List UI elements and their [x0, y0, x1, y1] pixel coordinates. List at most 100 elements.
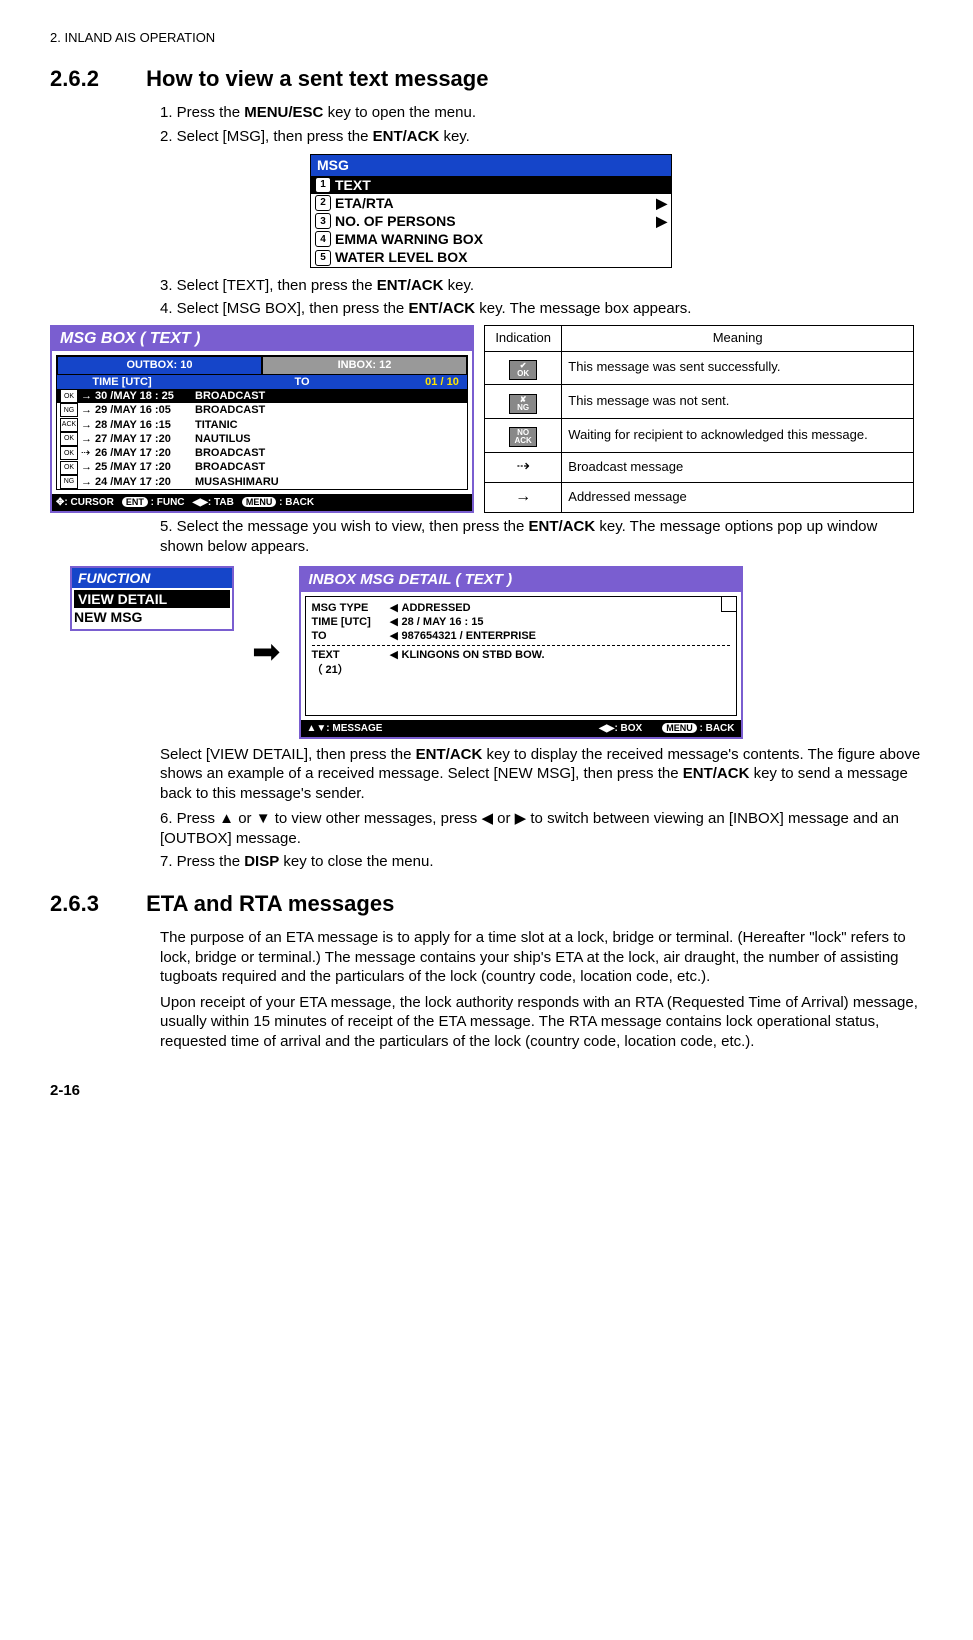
row-to: NAUTILUS	[195, 432, 251, 446]
msg-menu-item[interactable]: 2ETA/RTA▶	[311, 194, 671, 212]
arrow-icon: →	[81, 432, 95, 446]
ind-r4: Broadcast message	[562, 452, 914, 482]
item-label: WATER LEVEL BOX	[335, 248, 468, 266]
item-label: TEXT	[335, 176, 371, 194]
row-datetime: 28 /MAY 16 :15	[95, 418, 195, 432]
row-datetime: 30 /MAY 18 : 25	[95, 389, 195, 403]
eta-para-2: Upon receipt of your ETA message, the lo…	[160, 993, 923, 1052]
step7-post: key to close the menu.	[279, 853, 433, 870]
msg-menu: MSG 1TEXT2ETA/RTA▶3NO. OF PERSONS▶4EMMA …	[310, 154, 672, 267]
eta-para-1: The purpose of an ETA message is to appl…	[160, 928, 923, 987]
item-label: NO. OF PERSONS	[335, 212, 456, 230]
foot-message: : MESSAGE	[326, 723, 382, 734]
tri-icon: ◀	[390, 648, 402, 662]
msg-menu-item[interactable]: 3NO. OF PERSONS ▶	[311, 212, 671, 230]
msg-row[interactable]: OK→25 /MAY 17 :20BROADCAST	[57, 460, 467, 474]
msg-menu-title: MSG	[311, 155, 671, 175]
status-icon: NG	[60, 475, 78, 489]
step-6: 6. Press ▲ or ▼ to view other messages, …	[160, 809, 923, 848]
row-to: MUSASHIMARU	[195, 475, 279, 489]
item-label: EMMA WARNING BOX	[335, 230, 483, 248]
msg-row[interactable]: OK⇢26 /MAY 17 :20BROADCAST	[57, 446, 467, 460]
ind-h1: Indication	[485, 325, 562, 351]
chapter-header: 2. INLAND AIS OPERATION	[50, 30, 923, 47]
chevron-right-icon: ▶	[656, 212, 667, 230]
arrow-icon: →	[81, 460, 95, 474]
val-to: 987654321 / ENTERPRISE	[402, 629, 537, 643]
menu-pill: MENU	[242, 497, 277, 507]
val-text: KLINGONS ON STBD BOW.	[402, 648, 545, 662]
inbox-detail-screen: INBOX MSG DETAIL ( TEXT ) MSG TYPE◀ADDRE…	[299, 566, 743, 739]
col-to: TO	[187, 375, 417, 389]
function-title: FUNCTION	[72, 568, 232, 588]
tri-icon: ◀	[390, 601, 402, 615]
step1-post: key to open the menu.	[323, 104, 476, 121]
step2-pre: 2. Select [MSG], then press the	[160, 128, 373, 145]
chevron-right-icon: ▶	[656, 194, 667, 212]
view-detail-item[interactable]: VIEW DETAIL	[74, 590, 230, 608]
flow-arrow-icon: ➡	[252, 630, 281, 674]
msg-row[interactable]: NG→24 /MAY 17 :20MUSASHIMARU	[57, 475, 467, 489]
lab-time: TIME [UTC]	[312, 615, 390, 629]
arrow-icon: ⇢	[81, 446, 95, 460]
new-msg-item[interactable]: NEW MSG	[74, 608, 230, 626]
msg-menu-item[interactable]: 5WATER LEVEL BOX	[311, 248, 671, 266]
indication-table: IndicationMeaning ✔OK This message was se…	[484, 325, 914, 513]
inbox-tab[interactable]: INBOX: 12	[262, 356, 467, 374]
arrow-icon: →	[81, 475, 95, 489]
ng-icon: ✘NG	[509, 394, 537, 414]
status-icon: OK	[60, 389, 78, 403]
ind-r1: This message was sent successfully.	[562, 351, 914, 385]
ind-h2: Meaning	[562, 325, 914, 351]
item-number-icon: 5	[315, 250, 331, 266]
msg-row[interactable]: NG→29 /MAY 16 :05BROADCAST	[57, 403, 467, 417]
tri-icon: ◀	[390, 629, 402, 643]
foot-cursor: : CURSOR	[64, 497, 113, 508]
p1a: Select [VIEW DETAIL], then press the	[160, 746, 416, 763]
col-time: TIME [UTC]	[57, 375, 187, 389]
step-3: 3. Select [TEXT], then press the ENT/ACK…	[160, 276, 923, 296]
item-number-icon: 3	[315, 213, 331, 229]
row-datetime: 25 /MAY 17 :20	[95, 460, 195, 474]
section-num-2: 2.6.3	[50, 890, 140, 919]
p1d: ENT/ACK	[683, 765, 750, 782]
text-count: （ 21）	[312, 663, 390, 677]
status-icon: ACK	[60, 418, 78, 432]
step-5: 5. Select the message you wish to view, …	[160, 517, 923, 556]
page-number: 2-16	[50, 1081, 923, 1101]
lab-type: MSG TYPE	[312, 601, 390, 615]
detail-footer: ▲▼: MESSAGE ◀▶: BOX MENU : BACK	[301, 720, 741, 737]
lr-icon: ◀▶	[599, 723, 614, 734]
msg-row[interactable]: ACK→28 /MAY 16 :15TITANIC	[57, 418, 467, 432]
detail-title: INBOX MSG DETAIL ( TEXT )	[301, 568, 741, 592]
status-icon: OK	[60, 432, 78, 446]
addressed-arrow-icon: →	[515, 488, 531, 505]
function-popup: FUNCTION VIEW DETAIL NEW MSG	[70, 566, 234, 631]
item-number-icon: 4	[315, 231, 331, 247]
step5-pre: 5. Select the message you wish to view, …	[160, 518, 529, 535]
menu-pill: MENU	[662, 723, 697, 733]
msg-menu-item[interactable]: 1TEXT	[311, 176, 671, 194]
outbox-tab[interactable]: OUTBOX: 10	[57, 356, 262, 374]
step2-key: ENT/ACK	[373, 128, 440, 145]
msg-menu-item[interactable]: 4EMMA WARNING BOX	[311, 230, 671, 248]
row-to: BROADCAST	[195, 446, 265, 460]
row-datetime: 24 /MAY 17 :20	[95, 475, 195, 489]
msg-row[interactable]: OK→27 /MAY 17 :20NAUTILUS	[57, 432, 467, 446]
ud-icon: ▲▼	[307, 723, 327, 734]
row-datetime: 27 /MAY 17 :20	[95, 432, 195, 446]
section-title-2: ETA and RTA messages	[146, 891, 394, 916]
foot-func: : FUNC	[151, 497, 185, 508]
row-datetime: 29 /MAY 16 :05	[95, 403, 195, 417]
val-time: 28 / MAY 16 : 15	[402, 615, 484, 629]
item-number-icon: 2	[315, 195, 331, 211]
section-num-1: 2.6.2	[50, 65, 140, 94]
section-title-1: How to view a sent text message	[146, 66, 488, 91]
lr-icon: ◀▶	[193, 497, 208, 508]
msg-row[interactable]: OK→30 /MAY 18 : 25BROADCAST	[57, 389, 467, 403]
broadcast-arrow-icon: ⇢	[516, 458, 529, 475]
step-1: 1. Press the MENU/ESC key to open the me…	[160, 103, 923, 123]
val-type: ADDRESSED	[402, 601, 471, 615]
ok-icon: ✔OK	[509, 360, 537, 380]
arrow-icon: →	[81, 389, 95, 403]
